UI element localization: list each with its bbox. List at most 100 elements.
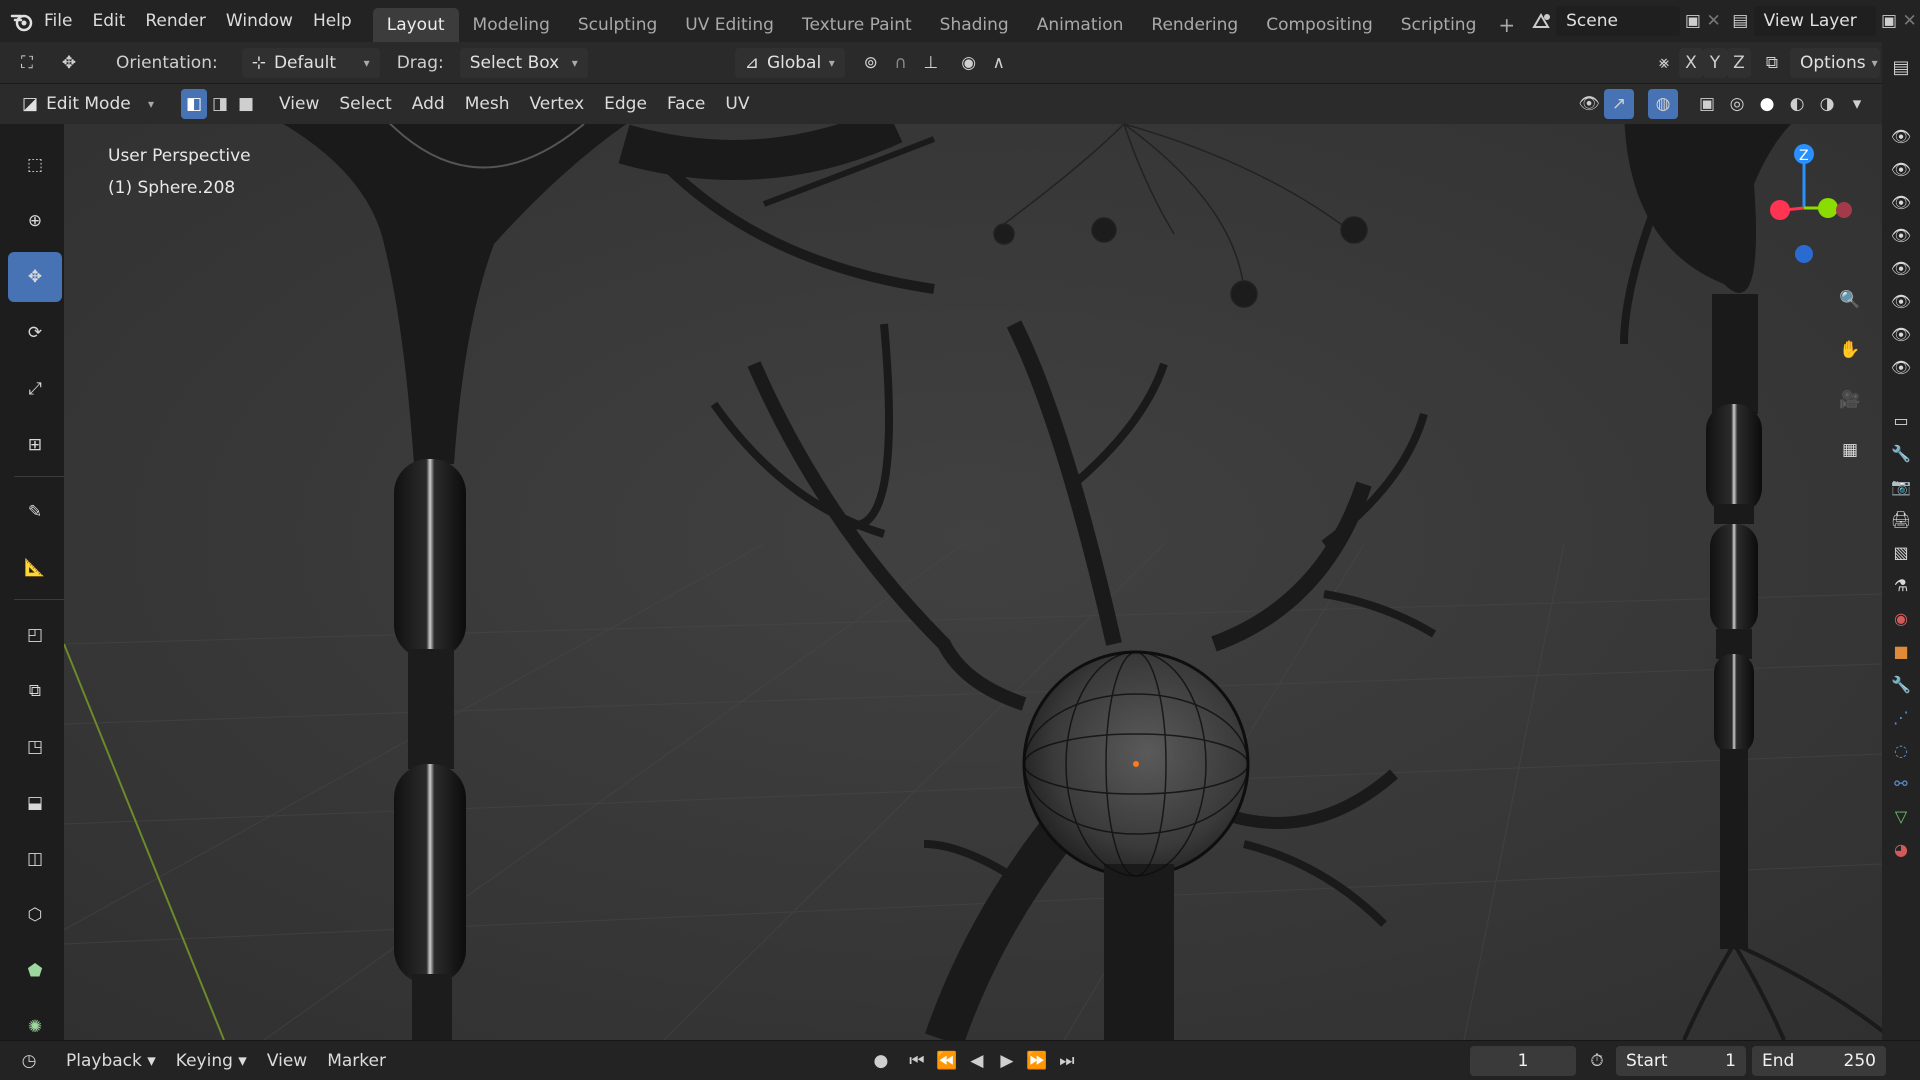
tool-properties-icon[interactable]: ▭ (1886, 404, 1916, 437)
view-layer-properties-icon[interactable]: ▧ (1886, 536, 1916, 569)
tab-modeling[interactable]: Modeling (459, 8, 564, 42)
gizmo-toggle-icon[interactable]: ↗ (1604, 89, 1634, 119)
orientation-dropdown[interactable]: ⊹ Default ▾ (241, 47, 380, 78)
render-properties-icon[interactable]: 📷 (1886, 470, 1916, 503)
zoom-icon[interactable]: 🔍 (1830, 280, 1870, 320)
knife-tool-icon[interactable]: ⬡ (8, 890, 62, 940)
shading-options-icon[interactable]: ▾ (1842, 89, 1872, 119)
menu-playback[interactable]: Playback ▾ (56, 1045, 166, 1077)
start-frame-field[interactable]: Start 1 (1616, 1045, 1746, 1076)
extrude-tool-icon[interactable]: ⧉ (8, 666, 62, 716)
material-properties-icon[interactable]: ◕ (1886, 833, 1916, 866)
eye-icon[interactable]: 👁 (1886, 153, 1916, 186)
drag-dropdown[interactable]: Select Box ▾ (459, 47, 588, 78)
axis-z-toggle[interactable]: Z (1727, 47, 1751, 78)
play-icon[interactable]: ▶ (992, 1046, 1022, 1076)
snap-icon[interactable]: ∩ (886, 48, 916, 78)
output-properties-icon[interactable]: 🖨 (1886, 503, 1916, 536)
tab-uv-editing[interactable]: UV Editing (671, 8, 788, 42)
rotate-tool-icon[interactable]: ⟳ (8, 308, 62, 358)
stopwatch-icon[interactable]: ⏱ (1582, 1046, 1612, 1076)
data-properties-icon[interactable]: ▽ (1886, 800, 1916, 833)
mesh-edit-overlays-icon[interactable]: ▣ (1692, 89, 1722, 119)
menu-vertex[interactable]: Vertex (519, 88, 594, 120)
visibility-selectability-icon[interactable]: 👁 (1574, 89, 1604, 119)
tab-shading[interactable]: Shading (926, 8, 1023, 42)
menu-edit[interactable]: Edit (82, 5, 135, 37)
axis-x-toggle[interactable]: X (1679, 47, 1703, 78)
eye-icon[interactable]: 👁 (1886, 318, 1916, 351)
transform-orientation-dropdown[interactable]: ⊿ Global ▾ (734, 47, 845, 78)
scene-selector[interactable]: Scene (1556, 6, 1680, 36)
view-layer-selector[interactable]: View Layer (1753, 6, 1876, 36)
particles-properties-icon[interactable]: ⋰ (1886, 701, 1916, 734)
eye-icon[interactable]: 👁 (1886, 252, 1916, 285)
eye-icon[interactable]: 👁 (1886, 219, 1916, 252)
jump-end-icon[interactable]: ⏭ (1052, 1046, 1082, 1076)
falloff-icon[interactable]: ∧ (984, 48, 1014, 78)
move-tool-button[interactable]: ✥ (8, 252, 62, 302)
mirror-icon[interactable]: ⨳ (1649, 48, 1679, 78)
record-icon[interactable]: ● (866, 1046, 896, 1076)
menu-edge[interactable]: Edge (594, 88, 657, 120)
axis-y-toggle[interactable]: Y (1703, 47, 1727, 78)
loop-cut-tool-icon[interactable]: ◫ (8, 834, 62, 884)
face-select-icon[interactable]: ■ (233, 89, 259, 119)
overlays-toggle-icon[interactable]: ◍ (1648, 89, 1678, 119)
menu-add[interactable]: Add (402, 88, 455, 120)
menu-window[interactable]: Window (216, 5, 303, 37)
tab-scripting[interactable]: Scripting (1387, 8, 1491, 42)
poly-build-tool-icon[interactable]: ⬟ (8, 946, 62, 996)
jump-start-icon[interactable]: ⏮ (902, 1046, 932, 1076)
play-reverse-icon[interactable]: ◀ (962, 1046, 992, 1076)
menu-file[interactable]: File (34, 5, 82, 37)
eye-icon[interactable]: 👁 (1886, 186, 1916, 219)
options-dropdown[interactable]: Options ▾ (1790, 47, 1880, 78)
constraints-properties-icon[interactable]: ⚯ (1886, 767, 1916, 800)
tool-settings-icon[interactable]: ⛶ (12, 48, 42, 78)
eye-icon[interactable]: 👁 (1886, 120, 1916, 153)
add-workspace-button[interactable]: + (1490, 8, 1523, 42)
tab-rendering[interactable]: Rendering (1137, 8, 1252, 42)
material-shading-icon[interactable]: ◐ (1782, 89, 1812, 119)
pivot-point-icon[interactable]: ⊚ (856, 48, 886, 78)
new-view-layer-icon[interactable]: ▣ (1879, 6, 1900, 36)
mode-dropdown[interactable]: ◪ Edit Mode ▾ (12, 89, 164, 119)
transform-tool-icon[interactable]: ⊞ (8, 420, 62, 470)
pan-hand-icon[interactable]: ✋ (1830, 330, 1870, 370)
view-layer-icon[interactable]: ▤ (1730, 6, 1751, 36)
menu-render[interactable]: Render (135, 5, 216, 37)
menu-select[interactable]: Select (329, 88, 401, 120)
auto-merge-icon[interactable]: ⧉ (1757, 48, 1787, 78)
inset-tool-icon[interactable]: ◳ (8, 722, 62, 772)
menu-face[interactable]: Face (657, 88, 715, 120)
menu-timeline-view[interactable]: View (257, 1045, 317, 1077)
menu-uv[interactable]: UV (715, 88, 759, 120)
close-scene-icon[interactable]: ✕ (1703, 6, 1724, 36)
prev-keyframe-icon[interactable]: ⏪ (932, 1046, 962, 1076)
camera-view-icon[interactable]: 🎥 (1830, 380, 1870, 420)
select-box-tool-icon[interactable]: ⬚ (8, 140, 62, 190)
tab-animation[interactable]: Animation (1023, 8, 1138, 42)
new-scene-icon[interactable]: ▣ (1683, 6, 1704, 36)
annotate-tool-icon[interactable]: ✎ (8, 487, 62, 537)
proportional-edit-icon[interactable]: ◉ (954, 48, 984, 78)
eye-icon[interactable]: 👁 (1886, 285, 1916, 318)
close-view-layer-icon[interactable]: ✕ (1899, 6, 1920, 36)
vertex-select-icon[interactable]: ◧ (181, 89, 207, 119)
end-frame-field[interactable]: End 250 (1752, 1045, 1886, 1076)
menu-mesh[interactable]: Mesh (455, 88, 520, 120)
blender-logo-icon[interactable] (10, 6, 34, 36)
tab-sculpting[interactable]: Sculpting (564, 8, 671, 42)
scene-properties-icon[interactable]: ⚗ (1886, 569, 1916, 602)
menu-keying[interactable]: Keying ▾ (166, 1045, 257, 1077)
world-properties-icon[interactable]: ◉ (1886, 602, 1916, 635)
editor-type-icon[interactable]: ◷ (14, 1046, 44, 1076)
modifier-properties-icon[interactable]: 🔧 (1886, 668, 1916, 701)
measure-tool-icon[interactable]: 📐 (8, 543, 62, 593)
add-cube-tool-icon[interactable]: ◰ (8, 610, 62, 660)
eye-icon[interactable]: 👁 (1886, 351, 1916, 384)
physics-properties-icon[interactable]: ◌ (1886, 734, 1916, 767)
menu-marker[interactable]: Marker (317, 1045, 396, 1077)
next-keyframe-icon[interactable]: ⏩ (1022, 1046, 1052, 1076)
